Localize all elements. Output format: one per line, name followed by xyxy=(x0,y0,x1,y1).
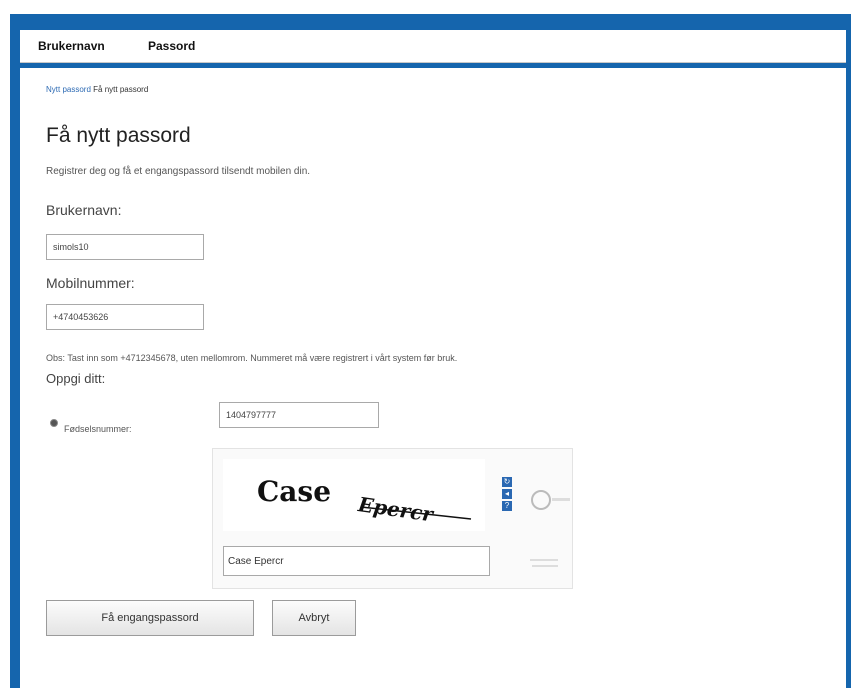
top-nav: Brukernavn Passord xyxy=(20,30,846,63)
captcha-help-lines xyxy=(530,559,558,567)
captcha-word-2-graphic: Epercr xyxy=(356,492,472,527)
refresh-icon[interactable]: ↻ xyxy=(502,477,512,487)
captcha-box: Case Epercr ↻ ◂ ? xyxy=(212,448,573,589)
username-input[interactable] xyxy=(46,234,204,260)
audio-icon[interactable]: ◂ xyxy=(502,489,512,499)
breadcrumb-link[interactable]: Nytt passord xyxy=(46,85,91,94)
nav-tab-username[interactable]: Brukernavn xyxy=(38,39,105,53)
mobile-label: Mobilnummer: xyxy=(46,275,135,291)
breadcrumb-current: Få nytt passord xyxy=(93,85,149,94)
recaptcha-logo xyxy=(531,490,570,510)
captcha-image: Case Epercr xyxy=(223,459,485,531)
nav-tab-password[interactable]: Passord xyxy=(148,39,195,53)
page-title: Få nytt passord xyxy=(46,124,191,147)
mobile-note: Obs: Tast inn som +4712345678, uten mell… xyxy=(46,353,458,363)
birth-number-input[interactable] xyxy=(219,402,379,428)
birth-number-label: Fødselsnummer: xyxy=(64,424,132,434)
captcha-word-2: Epercr xyxy=(356,492,436,527)
captcha-help xyxy=(530,557,560,574)
birth-number-radio[interactable] xyxy=(50,419,58,427)
provide-label: Oppgi ditt: xyxy=(46,371,106,386)
submit-button[interactable]: Få engangspassord xyxy=(46,600,254,636)
captcha-input[interactable] xyxy=(223,546,490,576)
page-intro: Registrer deg og få et engangspassord ti… xyxy=(46,166,311,177)
mobile-input[interactable] xyxy=(46,304,204,330)
breadcrumb: Nytt passord Få nytt passord xyxy=(46,85,148,94)
captcha-controls: ↻ ◂ ? xyxy=(502,477,512,513)
username-label: Brukernavn: xyxy=(46,202,122,218)
main-panel: Nytt passord Få nytt passord Få nytt pas… xyxy=(20,68,846,688)
cancel-button[interactable]: Avbryt xyxy=(272,600,356,636)
help-icon[interactable]: ? xyxy=(502,501,512,511)
